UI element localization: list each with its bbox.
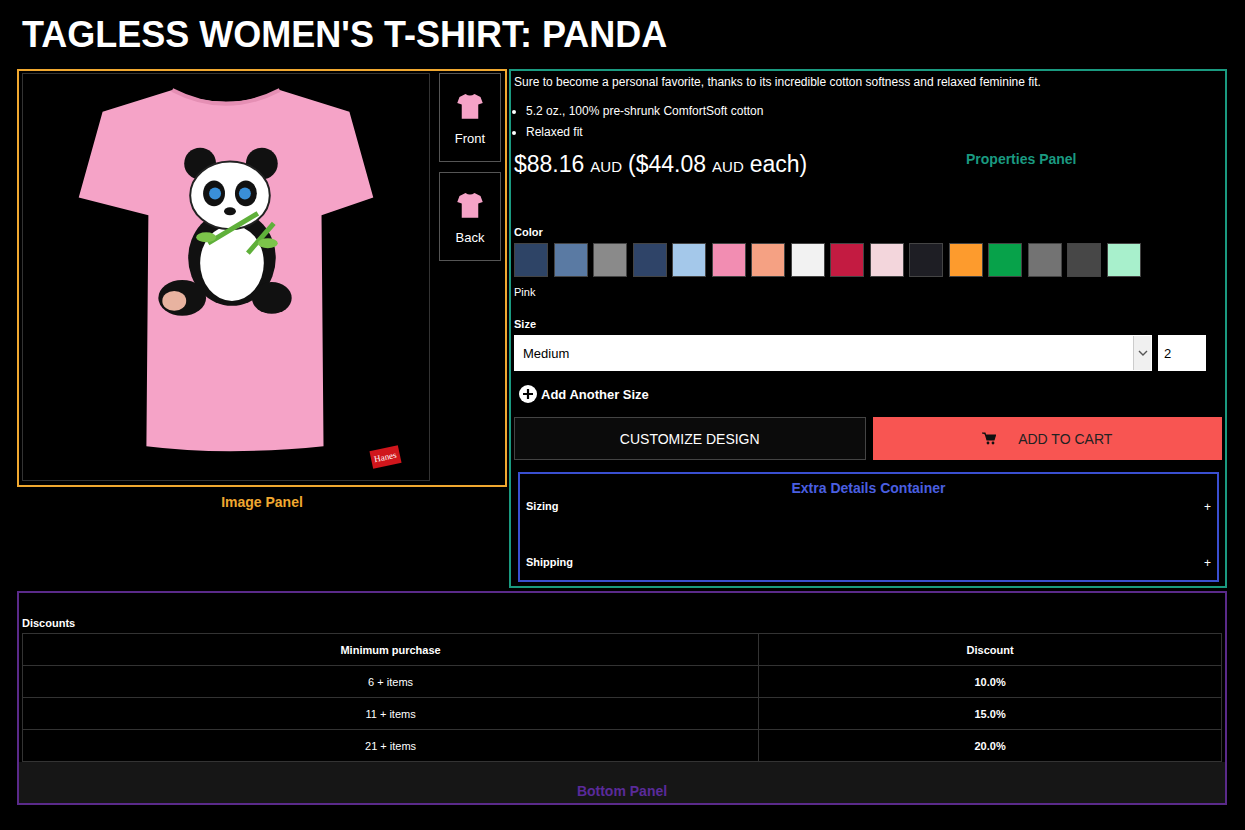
size-row: Medium2 — [514, 335, 1222, 371]
column-header: Minimum purchase — [23, 634, 759, 666]
color-swatch[interactable] — [988, 243, 1022, 277]
add-size-button[interactable]: Add Another Size — [519, 384, 1222, 404]
table-row: 11 + items15.0% — [23, 698, 1222, 730]
add-to-cart-button[interactable]: ADD TO CART — [873, 417, 1223, 460]
image-panel: Hanes Front Back — [17, 69, 507, 487]
product-title: TAGLESS WOMEN'S T-SHIRT: PANDA — [17, 0, 1227, 69]
bottom-panel-label: Bottom Panel — [577, 783, 667, 799]
color-label: Color — [514, 226, 1222, 238]
main-row: HanesFrontBackImage PanelProperties Pane… — [17, 69, 1227, 588]
color-swatch[interactable] — [830, 243, 864, 277]
customize-design-button[interactable]: CUSTOMIZE DESIGN — [514, 417, 866, 460]
tshirt-icon — [455, 188, 485, 222]
view-thumbnail[interactable]: Front — [439, 73, 501, 162]
bottom-strip: Bottom Panel — [19, 762, 1225, 803]
color-swatch[interactable] — [909, 243, 943, 277]
color-swatch[interactable] — [751, 243, 785, 277]
tshirt-icon — [455, 89, 485, 123]
table-header-row: Minimum purchaseDiscount — [23, 634, 1222, 666]
discounts-table: Minimum purchaseDiscount6 + items10.0%11… — [22, 633, 1222, 762]
feature-item: 5.2 oz., 100% pre-shrunk ComfortSoft cot… — [526, 101, 1222, 122]
quantity-input[interactable]: 2 — [1158, 335, 1206, 371]
action-buttons: CUSTOMIZE DESIGNADD TO CART — [514, 417, 1222, 460]
color-swatch[interactable] — [672, 243, 706, 277]
min-purchase-cell: 6 + items — [23, 666, 759, 698]
min-purchase-cell: 11 + items — [23, 698, 759, 730]
color-swatch[interactable] — [870, 243, 904, 277]
details-section[interactable]: Shipping+ — [526, 552, 1211, 578]
color-swatch[interactable] — [791, 243, 825, 277]
extra-details-label: Extra Details Container — [526, 480, 1211, 496]
color-swatch[interactable] — [633, 243, 667, 277]
size-select[interactable]: Medium — [514, 335, 1152, 371]
discounts-title: Discounts — [22, 617, 1222, 629]
color-swatch[interactable] — [554, 243, 588, 277]
product-image: Hanes — [22, 73, 430, 481]
brand-logo: Hanes — [369, 445, 401, 469]
plus-circle-icon — [519, 385, 537, 403]
extra-details-container: Extra Details ContainerSizing+Shipping+ — [518, 472, 1219, 582]
properties-panel-label: Properties Panel — [966, 151, 1077, 167]
color-swatch[interactable] — [1067, 243, 1101, 277]
color-swatch[interactable] — [712, 243, 746, 277]
table-row: 21 + items20.0% — [23, 730, 1222, 762]
tshirt-panda-icon — [23, 74, 429, 480]
bottom-panel: Discounts Minimum purchaseDiscount6 + ite… — [17, 591, 1227, 805]
product-description: Sure to become a personal favorite, than… — [514, 75, 1222, 89]
image-panel-label: Image Panel — [17, 494, 507, 510]
size-label: Size — [514, 318, 1222, 330]
table-row: 6 + items10.0% — [23, 666, 1222, 698]
feature-list: 5.2 oz., 100% pre-shrunk ComfortSoft cot… — [514, 101, 1222, 143]
cart-icon — [982, 432, 996, 445]
discount-cell: 10.0% — [759, 666, 1222, 698]
image-column: Hanes Front Back Image Panel — [17, 69, 507, 510]
selected-color-name: Pink — [514, 286, 1222, 298]
color-swatch[interactable] — [949, 243, 983, 277]
feature-item: Relaxed fit — [526, 122, 1222, 143]
color-swatch[interactable] — [593, 243, 627, 277]
color-swatch[interactable] — [1028, 243, 1062, 277]
discount-cell: 20.0% — [759, 730, 1222, 762]
color-swatch[interactable] — [514, 243, 548, 277]
column-header: Discount — [759, 634, 1222, 666]
details-section[interactable]: Sizing+ — [526, 496, 1211, 552]
chevron-down-icon — [1133, 336, 1151, 370]
color-swatches — [514, 243, 1222, 277]
properties-panel: Properties Panel Sure to become a persona… — [509, 69, 1227, 588]
view-thumbnail[interactable]: Back — [439, 172, 501, 261]
min-purchase-cell: 21 + items — [23, 730, 759, 762]
product-page: TAGLESS WOMEN'S T-SHIRT: PANDA Hanes Front… — [0, 0, 1245, 830]
price: $88.16AUD($44.08AUDeach) — [514, 151, 1222, 178]
discount-cell: 15.0% — [759, 698, 1222, 730]
color-swatch[interactable] — [1107, 243, 1141, 277]
view-thumbnails: Front Back — [439, 73, 501, 483]
